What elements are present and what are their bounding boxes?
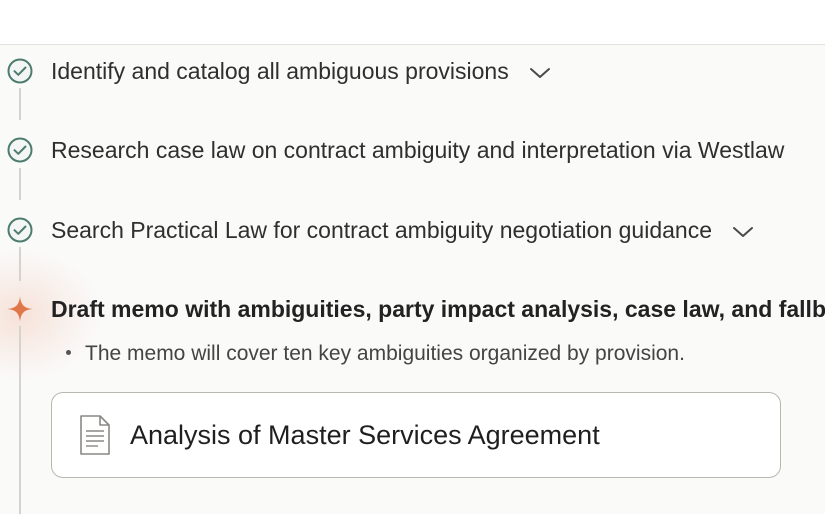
timeline-connector (19, 88, 21, 120)
agent-progress-panel: Identify and catalog all ambiguous provi… (0, 0, 825, 514)
step-search-practical-law[interactable]: Search Practical Law for contract ambigu… (0, 213, 825, 247)
bullet-dot (66, 349, 71, 355)
timeline-connector (19, 168, 21, 200)
chevron-down-icon[interactable] (732, 225, 754, 239)
check-circle-icon (6, 136, 34, 164)
bullet-text: The memo will cover ten key ambiguities … (85, 342, 685, 365)
timeline-connector (19, 247, 21, 281)
sparkle-icon (6, 295, 34, 323)
document-title: Analysis of Master Services Agreement (130, 419, 600, 450)
top-bar (0, 0, 825, 45)
document-card[interactable]: Analysis of Master Services Agreement (51, 392, 781, 478)
step-research-case-law[interactable]: Research case law on contract ambiguity … (0, 133, 825, 167)
chevron-down-icon[interactable] (529, 66, 551, 80)
step-detail-bullet: The memo will cover ten key ambiguities … (66, 339, 685, 369)
document-icon (80, 415, 110, 455)
timeline-connector (19, 326, 21, 514)
step-label: Draft memo with ambiguities, party impac… (51, 296, 825, 322)
check-circle-icon (6, 57, 34, 85)
step-label: Search Practical Law for contract ambigu… (51, 217, 712, 243)
step-draft-memo[interactable]: Draft memo with ambiguities, party impac… (0, 292, 825, 326)
step-label: Research case law on contract ambiguity … (51, 137, 785, 163)
check-circle-icon (6, 216, 34, 244)
step-identify-provisions[interactable]: Identify and catalog all ambiguous provi… (0, 54, 825, 88)
step-label: Identify and catalog all ambiguous provi… (51, 58, 509, 84)
